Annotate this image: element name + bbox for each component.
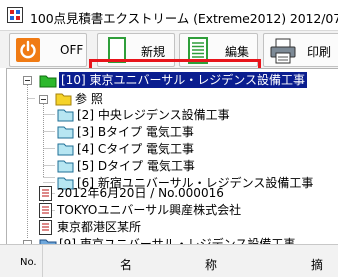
toolbar: OFF 新規 編集 印刷 xyxy=(0,30,338,99)
yellow-folder-icon xyxy=(55,93,72,106)
edit-label: 編集 xyxy=(225,45,250,59)
tree-item-child[interactable]: [4] Cタイプ 電気工事 xyxy=(7,141,337,157)
app-logo-icon xyxy=(7,7,23,23)
column-description-label: 摘 xyxy=(311,258,324,272)
tree-item-child[interactable]: [5] Dタイプ 電気工事 xyxy=(7,158,337,174)
tree-item-detail[interactable]: TOKYOユニバーサル興産株式会社 xyxy=(7,202,337,218)
tree-item-root[interactable]: [10] 東京ユニバーサル・レジデンス設備工事 xyxy=(7,72,337,88)
new-label: 新規 xyxy=(141,45,166,59)
tree-child-label: [3] Bタイプ 電気工事 xyxy=(77,125,194,139)
collapse-toggle[interactable] xyxy=(39,95,48,104)
green-folder-icon xyxy=(39,75,57,88)
tree-next-label: [9] 東京ユニバーサル・レジデンス設備工事 xyxy=(59,237,296,244)
tree-child-label: [4] Cタイプ 電気工事 xyxy=(77,142,195,156)
column-header-description[interactable]: 摘 xyxy=(228,245,338,277)
tree-detail-label: 2012年6月20日 / No.000016 xyxy=(57,186,224,200)
folder-icon xyxy=(57,143,74,156)
folder-icon xyxy=(57,160,74,173)
tree-child-label: [5] Dタイプ 電気工事 xyxy=(77,159,195,173)
project-tree[interactable]: [10] 東京ユニバーサル・レジデンス設備工事 参 照 [2] 中央レジデンス設… xyxy=(6,68,338,244)
tree-item-child[interactable]: [2] 中央レジデンス設備工事 xyxy=(7,107,337,123)
tree-item-next[interactable]: [9] 東京ユニバーサル・レジデンス設備工事 xyxy=(7,236,337,244)
document-icon xyxy=(39,186,52,201)
collapse-toggle[interactable] xyxy=(23,76,32,85)
column-header-no[interactable]: No. xyxy=(0,245,43,277)
print-label: 印刷 xyxy=(307,45,332,59)
tree-item-child[interactable]: [3] Bタイプ 電気工事 xyxy=(7,124,337,140)
column-header-name[interactable]: 名 称 xyxy=(43,245,228,277)
off-label: OFF xyxy=(60,43,84,57)
column-name-label-2: 称 xyxy=(205,258,218,272)
tree-detail-label: TOKYOユニバーサル興産株式会社 xyxy=(57,203,242,217)
print-button[interactable]: 印刷 xyxy=(263,33,338,67)
power-icon xyxy=(16,38,40,62)
tree-reference-label: 参 照 xyxy=(75,92,103,106)
window-title: 100点見積書エクストリーム (Extreme2012) 2012/07 xyxy=(30,11,338,26)
document-icon xyxy=(39,220,52,235)
tree-child-label: [2] 中央レジデンス設備工事 xyxy=(77,108,230,122)
tree-root-label: [10] 東京ユニバーサル・レジデンス設備工事 xyxy=(59,72,307,88)
title-bar: 100点見積書エクストリーム (Extreme2012) 2012/07 xyxy=(0,0,338,30)
tree-detail-label: 東京都港区某所 xyxy=(57,220,142,234)
column-no-label: No. xyxy=(20,257,37,268)
grid-header: No. 名 称 摘 xyxy=(0,244,338,277)
tree-item-detail[interactable]: 2012年6月20日 / No.000016 xyxy=(7,185,337,201)
folder-icon xyxy=(57,126,74,139)
tree-item-detail[interactable]: 東京都港区某所 xyxy=(7,219,337,235)
tree-item-reference[interactable]: 参 照 xyxy=(7,91,207,107)
folder-icon xyxy=(39,239,57,244)
printer-icon xyxy=(270,38,296,64)
folder-icon xyxy=(57,109,74,122)
off-button[interactable]: OFF xyxy=(9,33,87,67)
column-name-label-1: 名 xyxy=(120,258,133,272)
document-icon xyxy=(39,203,52,218)
